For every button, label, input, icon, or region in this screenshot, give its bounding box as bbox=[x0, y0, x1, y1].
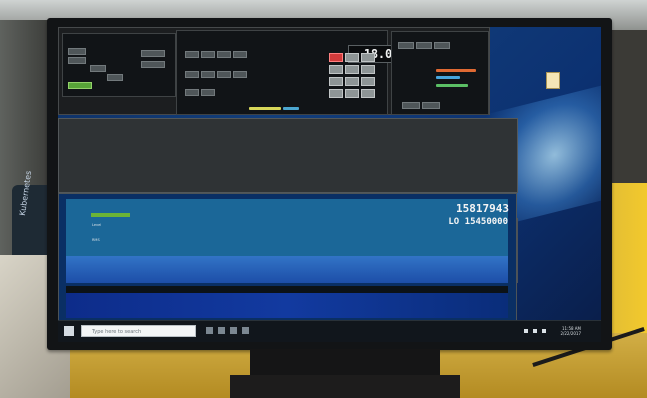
key-red[interactable] bbox=[329, 53, 343, 62]
lo-frequency: LO 15450000 bbox=[448, 217, 508, 227]
agc-button[interactable] bbox=[201, 89, 215, 96]
right-button-5[interactable] bbox=[422, 102, 440, 109]
windows-taskbar: Type here to search 11:58 AM 2/22/2017 bbox=[58, 320, 601, 342]
option-button-1[interactable] bbox=[141, 50, 165, 57]
right-button-1[interactable] bbox=[398, 42, 414, 49]
key-4[interactable] bbox=[345, 65, 359, 74]
band-button-1[interactable] bbox=[185, 51, 199, 58]
keypad bbox=[329, 53, 385, 108]
band-button-3[interactable] bbox=[217, 51, 231, 58]
key-7[interactable] bbox=[345, 77, 359, 86]
left-control-panel bbox=[62, 33, 176, 97]
right-button-3[interactable] bbox=[434, 42, 450, 49]
notification-icon[interactable] bbox=[542, 329, 546, 333]
spectrum-window bbox=[58, 118, 518, 283]
mode-button-3[interactable] bbox=[90, 65, 106, 72]
display-frequency: 15817943 bbox=[456, 202, 509, 215]
volume-icon[interactable] bbox=[533, 329, 537, 333]
right-button-2[interactable] bbox=[416, 42, 432, 49]
key-0[interactable] bbox=[345, 89, 359, 98]
option-button-2[interactable] bbox=[141, 61, 165, 68]
green-level-bar bbox=[436, 84, 468, 87]
task-view-icon[interactable] bbox=[206, 327, 213, 334]
mode-lsb-button[interactable] bbox=[185, 71, 199, 78]
status-green-button[interactable] bbox=[68, 82, 92, 89]
photo-scene: Kubernetes 18.025.000 bbox=[0, 0, 647, 398]
mode-button-2[interactable] bbox=[68, 57, 86, 64]
network-icon[interactable] bbox=[524, 329, 528, 333]
right-control-panel bbox=[391, 31, 489, 115]
folder-icon[interactable] bbox=[230, 327, 237, 334]
key-1[interactable] bbox=[345, 53, 359, 62]
mode-button-4[interactable] bbox=[107, 74, 123, 81]
key-2[interactable] bbox=[361, 53, 375, 62]
key-6[interactable] bbox=[329, 77, 343, 86]
level-label: Level bbox=[92, 223, 102, 227]
key-9[interactable] bbox=[329, 89, 343, 98]
frequency-axis bbox=[66, 286, 508, 293]
key-8[interactable] bbox=[361, 77, 375, 86]
waterfall-history bbox=[66, 293, 508, 318]
key-3[interactable] bbox=[329, 65, 343, 74]
tray-date: 2/22/2017 bbox=[560, 331, 581, 336]
filter-button[interactable] bbox=[185, 89, 199, 96]
level-meter bbox=[91, 213, 130, 217]
rms-label: RMS bbox=[92, 238, 100, 242]
waterfall-signal-band bbox=[66, 256, 508, 283]
band-button-2[interactable] bbox=[201, 51, 215, 58]
radio-control-window: 18.025.000 bbox=[58, 27, 490, 115]
right-button-4[interactable] bbox=[402, 102, 420, 109]
key-enter[interactable] bbox=[361, 89, 375, 98]
monitor-screen: 18.025.000 bbox=[58, 27, 601, 342]
tray-clock[interactable]: 11:58 AM 2/22/2017 bbox=[560, 326, 581, 336]
mode-am-button[interactable] bbox=[217, 71, 231, 78]
key-5[interactable] bbox=[361, 65, 375, 74]
mode-button-1[interactable] bbox=[68, 48, 86, 55]
signal-meter bbox=[249, 107, 281, 110]
windows-start-icon[interactable] bbox=[64, 326, 74, 336]
mode-fm-button[interactable] bbox=[233, 71, 247, 78]
band-button-4[interactable] bbox=[233, 51, 247, 58]
taskbar-search-input[interactable]: Type here to search bbox=[81, 325, 196, 337]
meter-secondary bbox=[283, 107, 299, 110]
orange-level-bar bbox=[436, 69, 476, 72]
sdr-app-icon[interactable] bbox=[242, 327, 249, 334]
mode-usb-button[interactable] bbox=[201, 71, 215, 78]
monitor-stand-base bbox=[230, 375, 460, 398]
edge-icon[interactable] bbox=[218, 327, 225, 334]
blue-level-bar bbox=[436, 76, 460, 79]
desktop-file-icon[interactable] bbox=[546, 72, 560, 89]
